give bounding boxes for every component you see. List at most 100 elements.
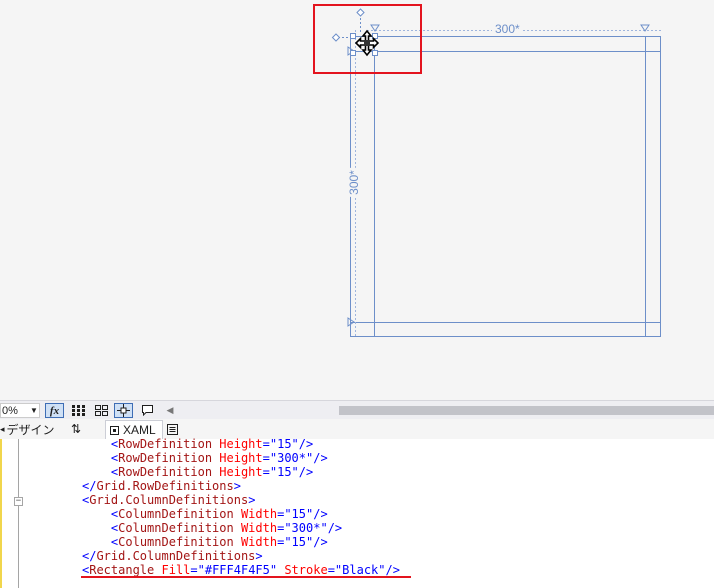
scroll-left-icon[interactable]: ◀ [165,403,175,418]
snapline-icon [117,404,130,417]
code-value: 300* [291,521,321,535]
code-line[interactable]: <ColumnDefinition Width="300*"/> [82,521,342,535]
code-punct: =" [262,465,278,479]
annotation-button[interactable] [140,403,154,418]
design-icon: ◂ [0,423,5,434]
change-indicator [0,439,2,588]
code-punct: > [248,493,256,507]
design-canvas[interactable]: 300* 300* [0,0,714,400]
code-punct: =" [190,563,205,577]
pane-icon [167,423,178,435]
row-size-label[interactable]: 300* [347,168,361,197]
code-line[interactable]: <RowDefinition Height="300*"/> [82,451,328,465]
zoom-value: 0% [2,404,18,417]
code-punct: /> [313,451,328,465]
code-punct: > [255,549,263,563]
snap-to-grid-button[interactable] [93,403,109,418]
code-punct: " [291,437,299,451]
code-tag: Grid.ColumnDefinitions [89,493,249,507]
code-punct: " [320,521,328,535]
xaml-icon [110,425,119,435]
code-punct: /> [313,507,328,521]
code-punct: /> [298,437,314,451]
code-punct: /> [327,521,343,535]
code-attr: Height [212,451,263,465]
code-tag: ColumnDefinition [118,521,234,535]
outline-gutter [18,439,19,588]
designer-toolbar: 0% ▼ fx ◀ [0,400,714,420]
tab-design[interactable]: ◂ デザイン [0,419,55,439]
comment-icon [141,405,153,416]
code-line[interactable]: </Grid.RowDefinitions> [82,479,241,493]
code-value: 300* [277,451,306,465]
code-tag: ColumnDefinition [118,535,234,549]
code-line[interactable]: <ColumnDefinition Width="15"/> [82,507,328,521]
code-line[interactable]: <RowDefinition Height="15"/> [82,437,313,451]
code-line[interactable]: <ColumnDefinition Width="15"/> [82,535,328,549]
code-attr: Stroke [277,563,328,577]
swap-panes-button[interactable]: ⇅ [71,419,81,439]
code-tag: ColumnDefinition [118,507,234,521]
code-value: Black [342,563,379,577]
show-grid-button[interactable] [70,403,86,418]
code-attr: Width [233,521,278,535]
code-punct: =" [327,563,343,577]
view-tab-bar: ◂ デザイン ⇅ XAML [0,419,714,439]
code-punct: </ [82,479,97,493]
code-line[interactable]: <RowDefinition Height="15"/> [82,465,313,479]
tab-design-label: デザイン [6,422,55,437]
tab-xaml-label: XAML [123,423,156,437]
code-punct: =" [262,437,278,451]
code-punct: =" [277,521,292,535]
code-tag: RowDefinition [118,451,213,465]
code-tag: Rectangle [89,563,155,577]
fx-button[interactable]: fx [45,403,64,418]
selection-highlight [313,4,422,74]
code-punct: /> [313,535,328,549]
code-line[interactable]: <Rectangle Fill="#FFF4F4F5" Stroke="Blac… [82,563,400,577]
chevron-down-icon[interactable]: ▼ [29,403,39,418]
code-value: 15 [291,507,306,521]
pane-toggle-button[interactable] [167,419,178,439]
code-tag: RowDefinition [118,465,213,479]
code-attr: Fill [154,563,191,577]
code-value: 15 [277,437,292,451]
code-punct: =" [277,507,292,521]
code-attr: Height [212,465,263,479]
code-punct: /> [385,563,400,577]
code-punct: =" [262,451,278,465]
code-punct: =" [277,535,292,549]
grid-icon [71,405,85,416]
code-punct: </ [82,549,97,563]
collapse-toggle-icon[interactable]: − [14,497,23,506]
code-line[interactable]: </Grid.ColumnDefinitions> [82,549,263,563]
code-punct: /> [298,465,314,479]
scrollbar-thumb[interactable] [339,406,714,415]
code-value: 15 [291,535,306,549]
swap-icon: ⇅ [71,422,82,436]
column-size-label[interactable]: 300* [492,23,523,36]
grid-boundary [350,36,661,337]
code-punct: " [291,465,299,479]
code-tag: RowDefinition [118,437,213,451]
code-tag: Grid.ColumnDefinitions [96,549,256,563]
code-attr: Width [233,507,278,521]
code-tag: Grid.RowDefinitions [96,479,234,493]
code-line[interactable]: <Grid.ColumnDefinitions> [82,493,255,507]
code-punct: > [233,479,241,493]
snap-grid-icon [94,405,108,416]
code-attr: Height [212,437,263,451]
error-underline [81,576,411,578]
code-value: #FFF4F4F5 [204,563,270,577]
code-punct: " [378,563,386,577]
snaplines-button[interactable] [114,403,133,418]
code-value: 15 [277,465,292,479]
code-attr: Width [233,535,278,549]
fx-label: fx [49,404,60,417]
